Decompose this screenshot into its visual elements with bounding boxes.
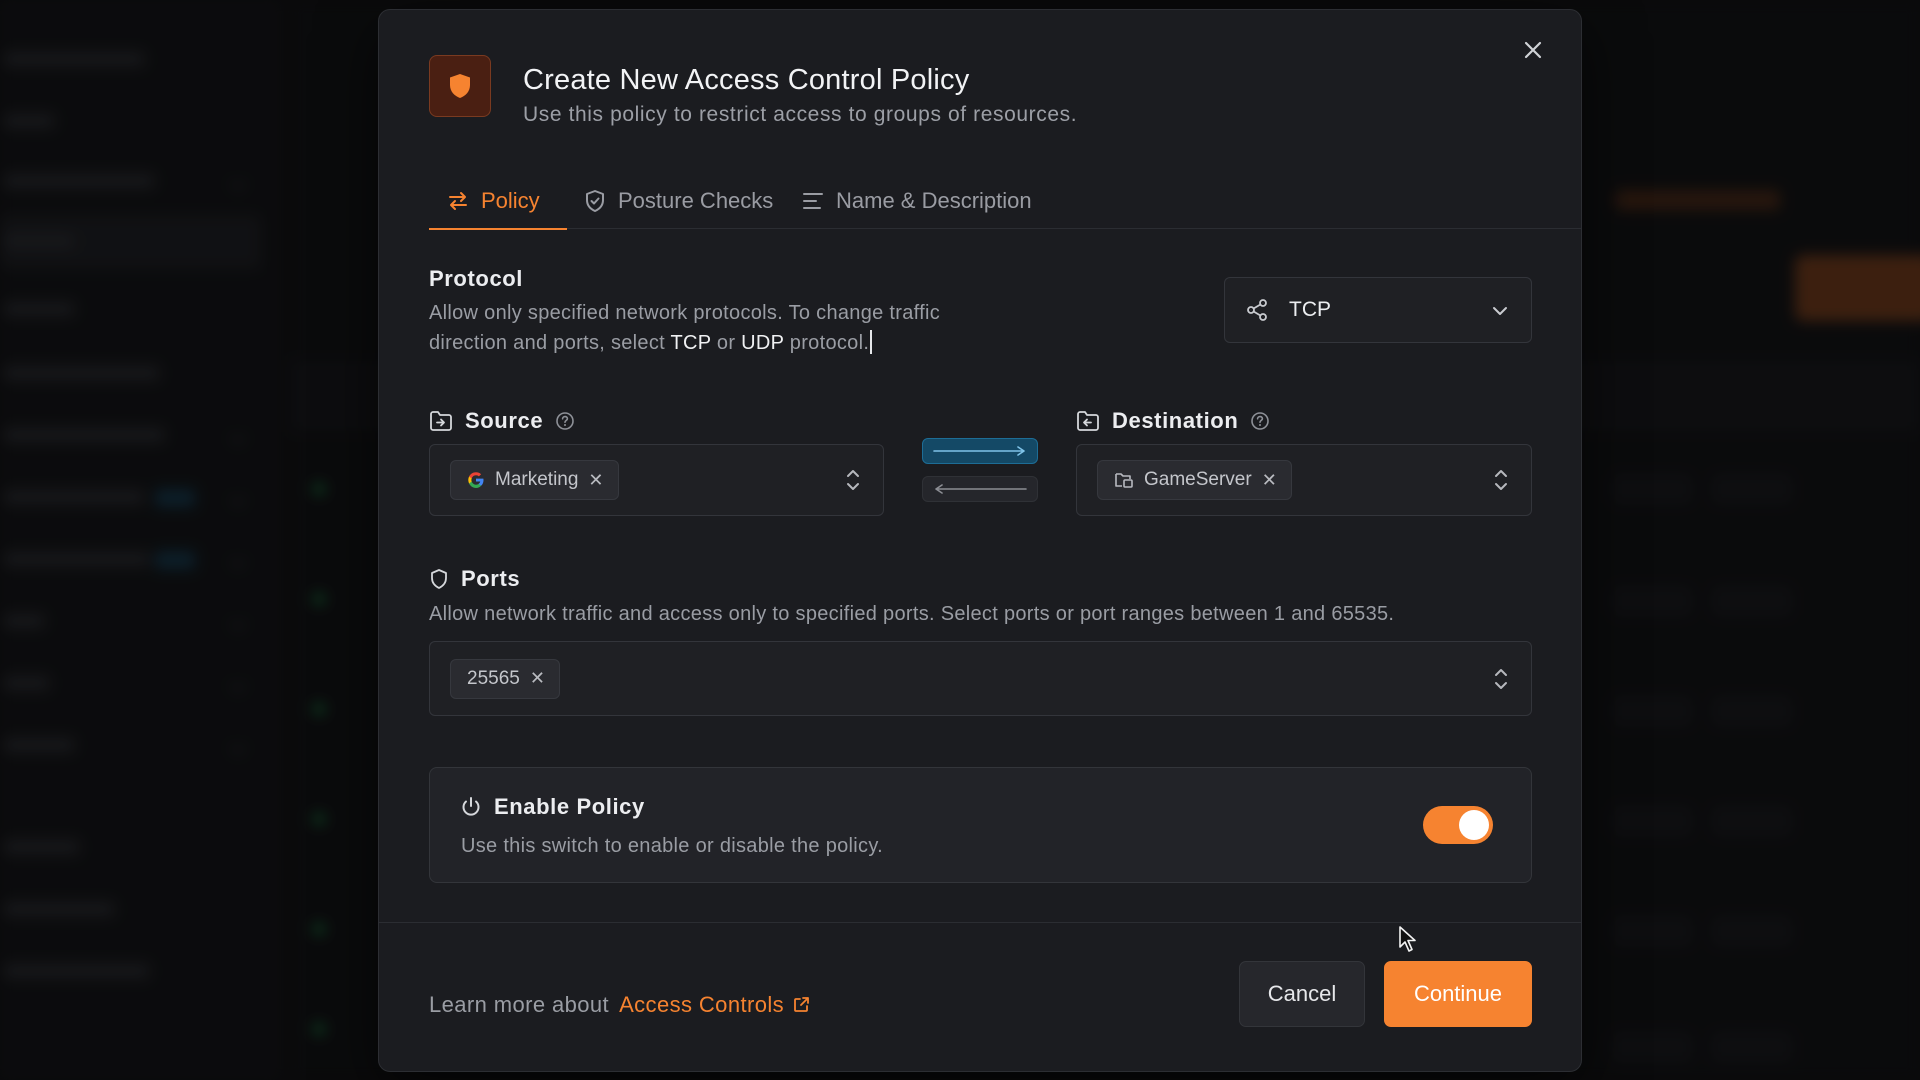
ports-expand-toggle[interactable] bbox=[1493, 666, 1509, 692]
cancel-button[interactable]: Cancel bbox=[1239, 961, 1365, 1027]
footer-divider bbox=[379, 922, 1581, 923]
folder-in-icon bbox=[430, 411, 452, 431]
chevron-up-down-icon bbox=[847, 470, 859, 490]
tab-name-description-label: Name & Description bbox=[836, 187, 1032, 213]
ports-label: Ports bbox=[461, 566, 521, 591]
destination-chip-label: GameServer bbox=[1144, 469, 1252, 490]
direction-source-to-destination-button[interactable] bbox=[922, 438, 1038, 464]
chevron-up-down-icon bbox=[1495, 470, 1507, 490]
folder-group-icon bbox=[1115, 473, 1133, 488]
protocol-selected-value: TCP bbox=[1289, 298, 1331, 321]
destination-heading: Destination bbox=[1076, 408, 1270, 434]
policy-header-icon bbox=[429, 55, 491, 117]
power-icon bbox=[462, 797, 480, 816]
enable-policy-heading: Enable Policy bbox=[460, 794, 645, 820]
google-icon bbox=[468, 472, 484, 488]
help-circle-icon[interactable] bbox=[555, 411, 575, 431]
source-chip-label: Marketing bbox=[495, 469, 579, 490]
protocol-desc-line1: Allow only specified network protocols. … bbox=[429, 302, 941, 324]
protocol-desc-or: or bbox=[716, 332, 736, 354]
shield-icon bbox=[450, 74, 470, 98]
access-controls-link-label: Access Controls bbox=[619, 992, 785, 1017]
protocol-desc-suffix: protocol. bbox=[789, 332, 870, 354]
chevron-down-icon bbox=[1493, 307, 1507, 315]
protocol-desc-udp: UDP bbox=[741, 332, 784, 354]
access-policy-modal: Create New Access Control Policy Use thi… bbox=[378, 9, 1582, 1072]
port-chip-label: 25565 bbox=[467, 667, 520, 689]
protocol-label: Protocol bbox=[429, 266, 524, 291]
remove-source-chip-button[interactable]: ✕ bbox=[588, 470, 603, 491]
modal-subtitle: Use this policy to restrict access to gr… bbox=[523, 103, 1078, 126]
destination-label: Destination bbox=[1112, 408, 1239, 433]
protocol-desc-line2: direction and ports, select TCP or UDP p… bbox=[429, 328, 1049, 358]
protocol-description: Allow only specified network protocols. … bbox=[429, 298, 1049, 358]
shield-check-icon bbox=[586, 189, 604, 212]
direction-destination-to-source-button[interactable] bbox=[922, 476, 1038, 502]
enable-policy-description: Use this switch to enable or disable the… bbox=[461, 835, 884, 857]
external-link-icon bbox=[794, 997, 809, 1012]
source-heading: Source bbox=[429, 408, 575, 434]
enable-policy-label: Enable Policy bbox=[494, 794, 645, 819]
help-circle-icon[interactable] bbox=[1250, 411, 1270, 431]
close-button[interactable] bbox=[1517, 34, 1549, 66]
toggle-knob bbox=[1459, 810, 1489, 840]
continue-button[interactable]: Continue bbox=[1384, 961, 1532, 1027]
protocol-desc-tcp: TCP bbox=[670, 332, 712, 354]
ports-heading: Ports bbox=[429, 566, 520, 592]
modal-title: Create New Access Control Policy bbox=[523, 64, 970, 96]
tab-name-description[interactable]: Name & Description bbox=[802, 172, 1032, 229]
destination-chip: GameServer ✕ bbox=[1097, 460, 1292, 500]
folder-out-icon bbox=[1077, 411, 1099, 431]
text-caret bbox=[870, 330, 873, 354]
remove-destination-chip-button[interactable]: ✕ bbox=[1262, 470, 1277, 491]
destination-select[interactable]: GameServer ✕ bbox=[1076, 444, 1532, 516]
source-label: Source bbox=[465, 408, 544, 433]
learn-more: Learn more about Access Controls bbox=[429, 992, 810, 1018]
arrow-left-icon bbox=[935, 484, 1027, 494]
enable-policy-card: Enable Policy Use this switch to enable … bbox=[429, 767, 1532, 883]
learn-more-prefix: Learn more about bbox=[429, 992, 610, 1017]
port-chip: 25565 ✕ bbox=[450, 658, 560, 699]
protocol-desc-prefix: direction and ports, select bbox=[429, 332, 666, 354]
share-nodes-icon bbox=[1247, 299, 1267, 321]
text-lines-icon bbox=[803, 192, 823, 209]
remove-port-chip-button[interactable]: ✕ bbox=[530, 668, 545, 689]
source-select[interactable]: Marketing ✕ bbox=[429, 444, 884, 516]
chevron-up-down-icon bbox=[1495, 668, 1507, 689]
tab-posture-checks[interactable]: Posture Checks bbox=[584, 172, 773, 229]
source-expand-toggle[interactable] bbox=[845, 467, 861, 493]
mouse-cursor-icon bbox=[1399, 926, 1416, 952]
destination-expand-toggle[interactable] bbox=[1493, 467, 1509, 493]
tab-posture-checks-label: Posture Checks bbox=[618, 187, 774, 213]
arrows-swap-icon bbox=[449, 191, 467, 210]
tab-policy[interactable]: Policy bbox=[429, 172, 567, 230]
protocol-select[interactable]: TCP bbox=[1224, 277, 1532, 343]
ports-description: Allow network traffic and access only to… bbox=[429, 603, 1395, 625]
tab-policy-label: Policy bbox=[481, 187, 540, 213]
enable-policy-toggle[interactable] bbox=[1423, 806, 1493, 844]
arrow-right-icon bbox=[933, 446, 1025, 456]
ports-select[interactable]: 25565 ✕ bbox=[429, 641, 1532, 716]
source-chip: Marketing ✕ bbox=[450, 460, 619, 500]
access-controls-link[interactable]: Access Controls bbox=[619, 992, 810, 1018]
shield-outline-icon bbox=[431, 569, 447, 589]
tab-bar: Policy Posture Checks Name & Description bbox=[429, 172, 1581, 230]
close-icon bbox=[1524, 41, 1542, 59]
